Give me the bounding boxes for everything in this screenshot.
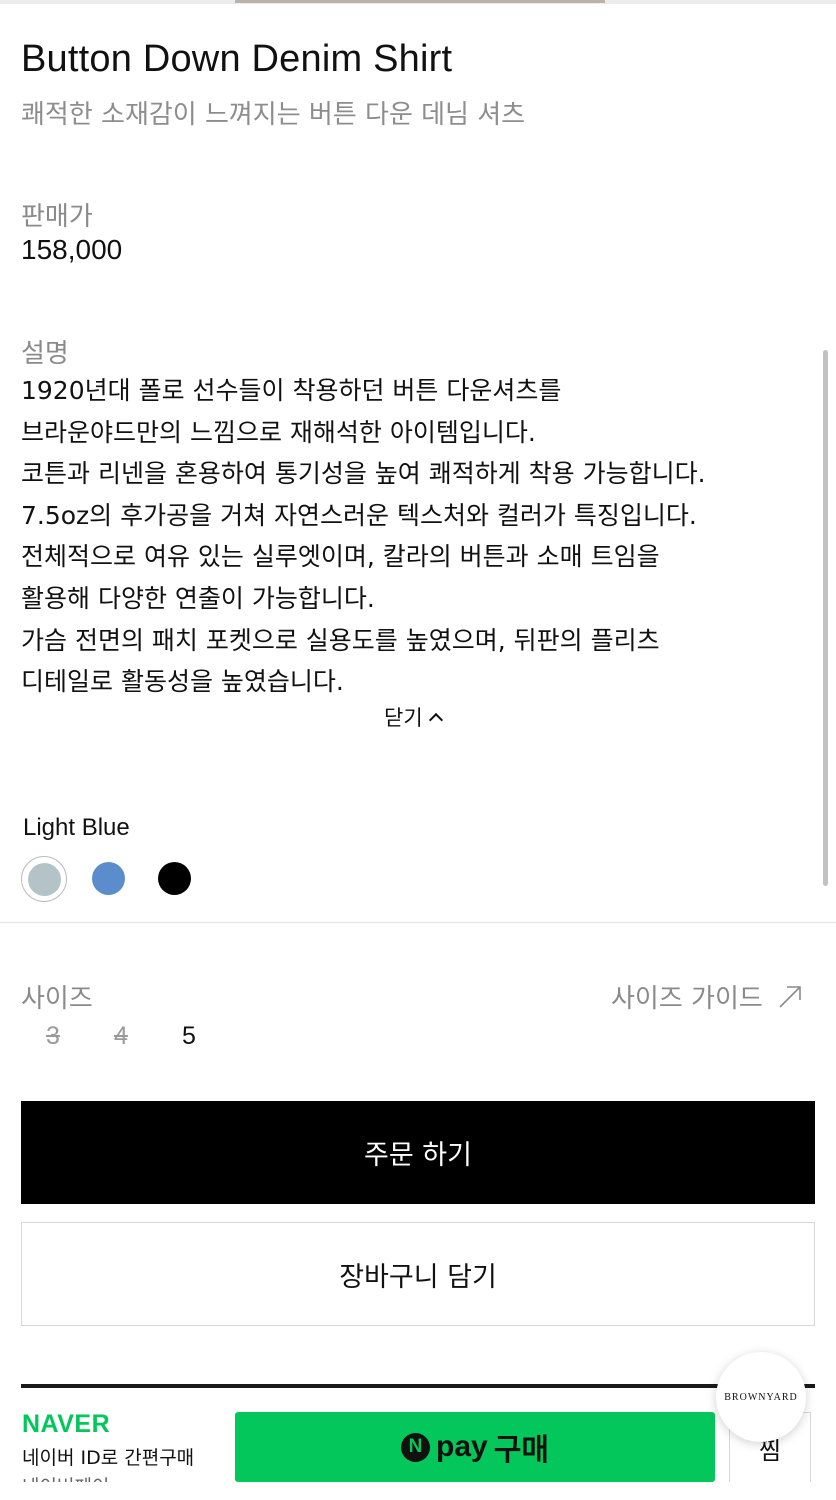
swatch-fill bbox=[157, 861, 191, 895]
section-divider bbox=[0, 922, 836, 923]
description-line: 활용해 다양한 연출이 가능합니다. bbox=[21, 583, 375, 613]
swatch-fill bbox=[91, 861, 125, 895]
npay-buy-text: 구매 bbox=[493, 1433, 549, 1468]
npay-pay-text: pay bbox=[436, 1430, 488, 1463]
price-value: 158,000 bbox=[21, 234, 123, 265]
description-line: 가슴 전면의 패치 포켓으로 실용도를 높였으며, 뒤판의 플리츠 bbox=[21, 625, 660, 655]
size-label: 사이즈 bbox=[21, 984, 93, 1014]
product-image-strip bbox=[235, 0, 605, 3]
brand-floating-button[interactable]: BROWNYARD bbox=[716, 1352, 806, 1442]
description-text: 1920년대 폴로 선수들이 착용하던 버튼 다운셔츠를 브라운야드만의 느낌으… bbox=[21, 370, 821, 703]
size-option-5[interactable]: 5 bbox=[182, 1022, 196, 1051]
color-swatch-black[interactable] bbox=[152, 856, 196, 900]
close-toggle-label: 닫기 bbox=[384, 706, 423, 730]
naver-subtext-2: 네이버페이 bbox=[22, 1472, 109, 1482]
scrollbar[interactable] bbox=[823, 350, 828, 886]
swatch-fill bbox=[27, 862, 61, 896]
description-label: 설명 bbox=[21, 339, 69, 369]
selected-color-name: Light Blue bbox=[23, 814, 130, 841]
description-line: 1920년대 폴로 선수들이 착용하던 버튼 다운셔츠를 bbox=[21, 376, 562, 405]
price-label: 판매가 bbox=[21, 202, 93, 232]
product-subtitle: 쾌적한 소재감이 느껴지는 버튼 다운 데님 셔츠 bbox=[21, 100, 526, 130]
size-guide-label: 사이즈 가이드 bbox=[611, 984, 763, 1014]
naver-logo: NAVER bbox=[22, 1410, 111, 1438]
add-to-cart-button[interactable]: 장바구니 담기 bbox=[21, 1222, 815, 1326]
naver-n-icon: N bbox=[401, 1432, 431, 1462]
order-button[interactable]: 주문 하기 bbox=[21, 1101, 815, 1204]
naver-subtext: 네이버 ID로 간편구매 bbox=[22, 1447, 195, 1469]
description-line: 디테일로 활동성을 높였습니다. bbox=[21, 667, 344, 697]
arrow-up-right-icon bbox=[779, 985, 801, 1008]
naver-pay-buy-button[interactable]: N pay 구매 bbox=[235, 1412, 715, 1482]
product-title: Button Down Denim Shirt bbox=[21, 38, 453, 80]
description-line: 7.5oz의 후가공을 거쳐 자연스러운 텍스처와 컬러가 특징입니다. bbox=[21, 500, 697, 530]
color-swatch-blue[interactable] bbox=[86, 856, 130, 900]
size-option-4[interactable]: 4 bbox=[114, 1022, 128, 1051]
description-line: 전체적으로 여유 있는 실루엣이며, 칼라의 버튼과 소매 트임을 bbox=[21, 542, 660, 572]
description-close-toggle[interactable]: 닫기 bbox=[384, 702, 443, 732]
color-swatch-light-blue[interactable] bbox=[21, 856, 67, 902]
product-image-bottom-edge bbox=[0, 0, 836, 4]
size-guide-link[interactable]: 사이즈 가이드 bbox=[611, 978, 803, 1015]
viewport-bottom bbox=[0, 1482, 836, 1500]
description-line: 브라운야드만의 느낌으로 재해석한 아이템입니다. bbox=[21, 417, 536, 447]
size-option-3[interactable]: 3 bbox=[46, 1022, 60, 1051]
naver-section-divider bbox=[21, 1384, 815, 1388]
description-line: 코튼과 리넨을 혼용하여 통기성을 높여 쾌적하게 착용 가능합니다. bbox=[21, 459, 706, 489]
chevron-up-icon bbox=[428, 712, 443, 728]
